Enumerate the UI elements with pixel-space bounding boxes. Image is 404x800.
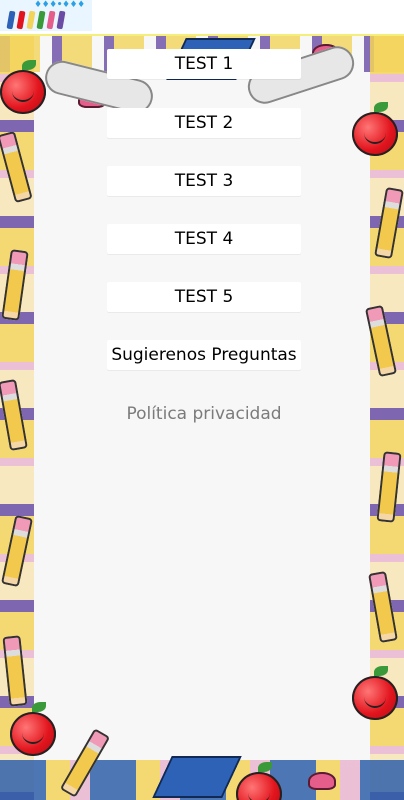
app-logo: ♦♦♦•♦♦♦ — [0, 0, 92, 31]
test-5-button[interactable]: TEST 5 — [107, 282, 301, 312]
logo-pencil-icon — [26, 10, 36, 30]
logo-pencil-icon — [56, 10, 66, 30]
apple-icon — [352, 102, 398, 156]
logo-pencil-icon — [6, 10, 16, 30]
test-2-button[interactable]: TEST 2 — [107, 108, 301, 138]
logo-text: ♦♦♦•♦♦♦ — [34, 0, 85, 10]
logo-pencil-icon — [46, 10, 56, 30]
apple-icon — [352, 666, 398, 720]
app-header: ♦♦♦•♦♦♦ — [0, 0, 404, 36]
logo-pencil-icon — [36, 10, 46, 30]
apple-icon — [10, 702, 56, 756]
bow-icon — [308, 772, 336, 790]
test-3-button[interactable]: TEST 3 — [107, 166, 301, 196]
apple-icon — [0, 60, 46, 114]
logo-pencil-icon — [16, 10, 26, 30]
test-1-button[interactable]: TEST 1 — [107, 49, 301, 79]
test-4-button[interactable]: TEST 4 — [107, 224, 301, 254]
suggest-questions-button[interactable]: Sugierenos Preguntas — [107, 340, 301, 370]
privacy-policy-link[interactable]: Política privacidad — [107, 401, 301, 427]
